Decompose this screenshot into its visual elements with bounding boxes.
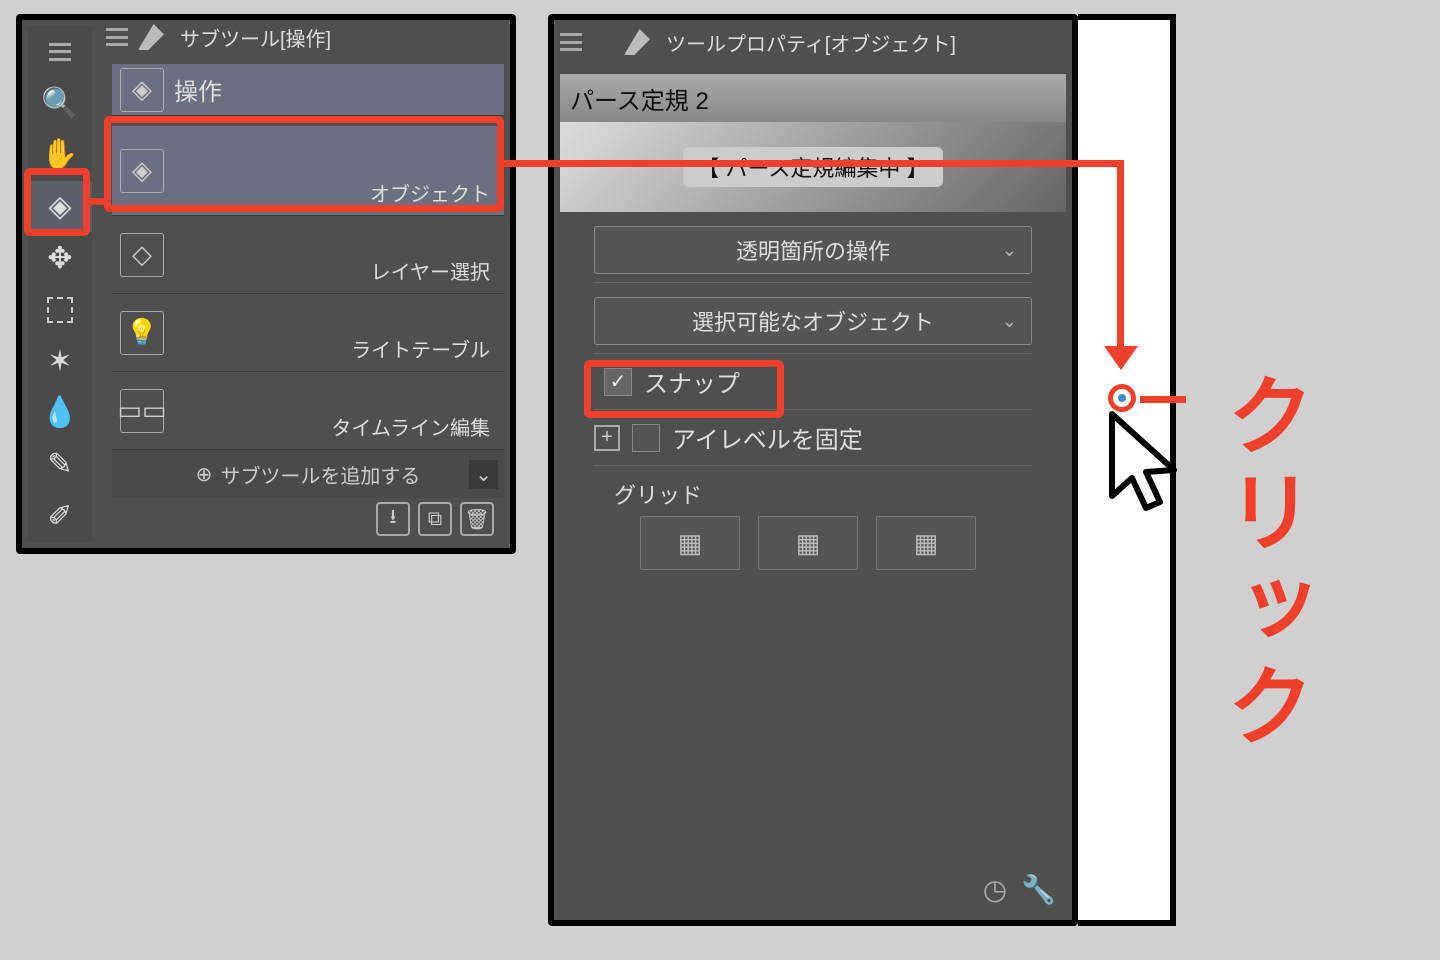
subtool-titlebar: サブツール[操作] — [100, 20, 510, 54]
expand-icon[interactable]: + — [594, 425, 620, 451]
add-label: サブツールを追加する — [220, 460, 420, 489]
subtool-panel: 🔍 ✋ ◈ ✥ ✶ 💧 ✎ ✐ サブツール[操作] ◈ 操作 ◈ オブジェクト … — [16, 14, 516, 554]
panel-menu-icon[interactable] — [106, 28, 128, 46]
pen-icon[interactable]: ✎ — [28, 439, 92, 491]
tool-strip: 🔍 ✋ ◈ ✥ ✶ 💧 ✎ ✐ — [28, 26, 92, 542]
subtool-title: サブツール[操作] — [180, 23, 331, 52]
object-tool-icon[interactable]: ◈ — [28, 181, 92, 233]
subtool-footer: ⭳ ⧉ 🗑 — [112, 496, 504, 542]
property-panel: ツールプロパティ[オブジェクト] パース定規 2 【 パース定規編集中 】 透明… — [548, 14, 1078, 926]
wrench-icon[interactable]: 🔧 — [1021, 873, 1056, 906]
eyelevel-checkbox[interactable] — [632, 424, 660, 452]
marquee-icon[interactable] — [28, 284, 92, 336]
timeline-icon: ▭▭ — [120, 389, 164, 433]
grid-buttons: ▦ ▦ ▦ — [640, 516, 1032, 570]
click-annotation: クリック — [1200, 370, 1327, 757]
selectable-object-dropdown[interactable]: 選択可能なオブジェクト ⌄ — [594, 297, 1032, 345]
bulb-icon: 💡 — [120, 311, 164, 355]
connector-4 — [1140, 396, 1186, 403]
subtool-label: ライトテーブル — [351, 334, 490, 363]
subtool-label: レイヤー選択 — [371, 256, 490, 285]
cube-cursor-icon: ◈ — [120, 149, 164, 193]
menu-icon[interactable] — [28, 26, 92, 78]
transparent-op-dropdown[interactable]: 透明箇所の操作 ⌄ — [594, 226, 1032, 274]
eyelevel-row: + アイレベルを固定 — [594, 420, 1032, 455]
subtool-item-layer[interactable]: ◇ レイヤー選択 — [112, 216, 504, 294]
property-footer: ◷ 🔧 — [983, 873, 1056, 906]
snap-checkbox[interactable]: ✓ — [604, 368, 632, 396]
grid-label: グリッド — [614, 478, 1032, 510]
chevron-down-icon: ⌄ — [1002, 311, 1017, 332]
subtool-item-lighttable[interactable]: 💡 ライトテーブル — [112, 294, 504, 372]
arrow-down-icon — [1104, 346, 1138, 370]
subtool-item-timeline[interactable]: ▭▭ タイムライン編集 — [112, 372, 504, 450]
move-icon[interactable]: ✥ — [28, 232, 92, 284]
grid-xz-button[interactable]: ▦ — [876, 516, 976, 570]
grid-xy-button[interactable]: ▦ — [640, 516, 740, 570]
ruler-preview: 【 パース定規編集中 】 — [560, 122, 1066, 212]
eyedropper-icon[interactable]: 💧 — [28, 387, 92, 439]
subtool-group-header[interactable]: ◈ 操作 — [112, 64, 504, 116]
cursor-icon — [1100, 408, 1190, 528]
brush-gear-icon — [620, 27, 660, 57]
pencil-icon[interactable]: ✐ — [28, 490, 92, 542]
subtool-label: オブジェクト — [370, 178, 490, 207]
cube-icon: ◈ — [120, 68, 164, 112]
reset-icon[interactable]: ◷ — [983, 873, 1007, 906]
import-icon[interactable]: ⭳ — [376, 502, 410, 536]
chevron-down-icon: ⌄ — [1002, 240, 1017, 261]
connector-3 — [1117, 160, 1124, 350]
snap-row: ✓ スナップ — [604, 364, 1032, 399]
wand-icon[interactable]: ✶ — [28, 336, 92, 388]
duplicate-icon[interactable]: ⧉ — [418, 502, 452, 536]
grid-yz-button[interactable]: ▦ — [758, 516, 858, 570]
connector-2 — [504, 160, 1124, 167]
group-label: 操作 — [174, 72, 222, 107]
hand-icon[interactable]: ✋ — [28, 129, 92, 181]
plus-circle-icon: ⊕ — [196, 462, 213, 487]
property-title: ツールプロパティ[オブジェクト] — [666, 28, 956, 57]
snap-label: スナップ — [644, 364, 740, 399]
connector-1 — [90, 198, 104, 205]
subtool-label: タイムライン編集 — [331, 412, 490, 441]
property-body: パース定規 2 【 パース定規編集中 】 透明箇所の操作 ⌄ 選択可能なオブジェ… — [560, 74, 1066, 914]
subtool-item-object[interactable]: ◈ オブジェクト — [112, 126, 504, 216]
subtool-add-row[interactable]: ⊕ サブツールを追加する ⌄ — [112, 450, 504, 498]
panel-menu-icon[interactable] — [560, 33, 582, 51]
eyelevel-label: アイレベルを固定 — [672, 420, 863, 455]
brush-icon — [134, 22, 174, 52]
magnifier-icon[interactable]: 🔍 — [28, 78, 92, 130]
property-titlebar: ツールプロパティ[オブジェクト] — [554, 20, 1072, 64]
layer-cursor-icon: ◇ — [120, 233, 164, 277]
editing-chip: 【 パース定規編集中 】 — [683, 147, 942, 187]
ruler-name[interactable]: パース定規 2 — [560, 74, 1066, 122]
trash-icon[interactable]: 🗑 — [460, 502, 494, 536]
chevron-down-icon: ⌄ — [469, 460, 498, 489]
